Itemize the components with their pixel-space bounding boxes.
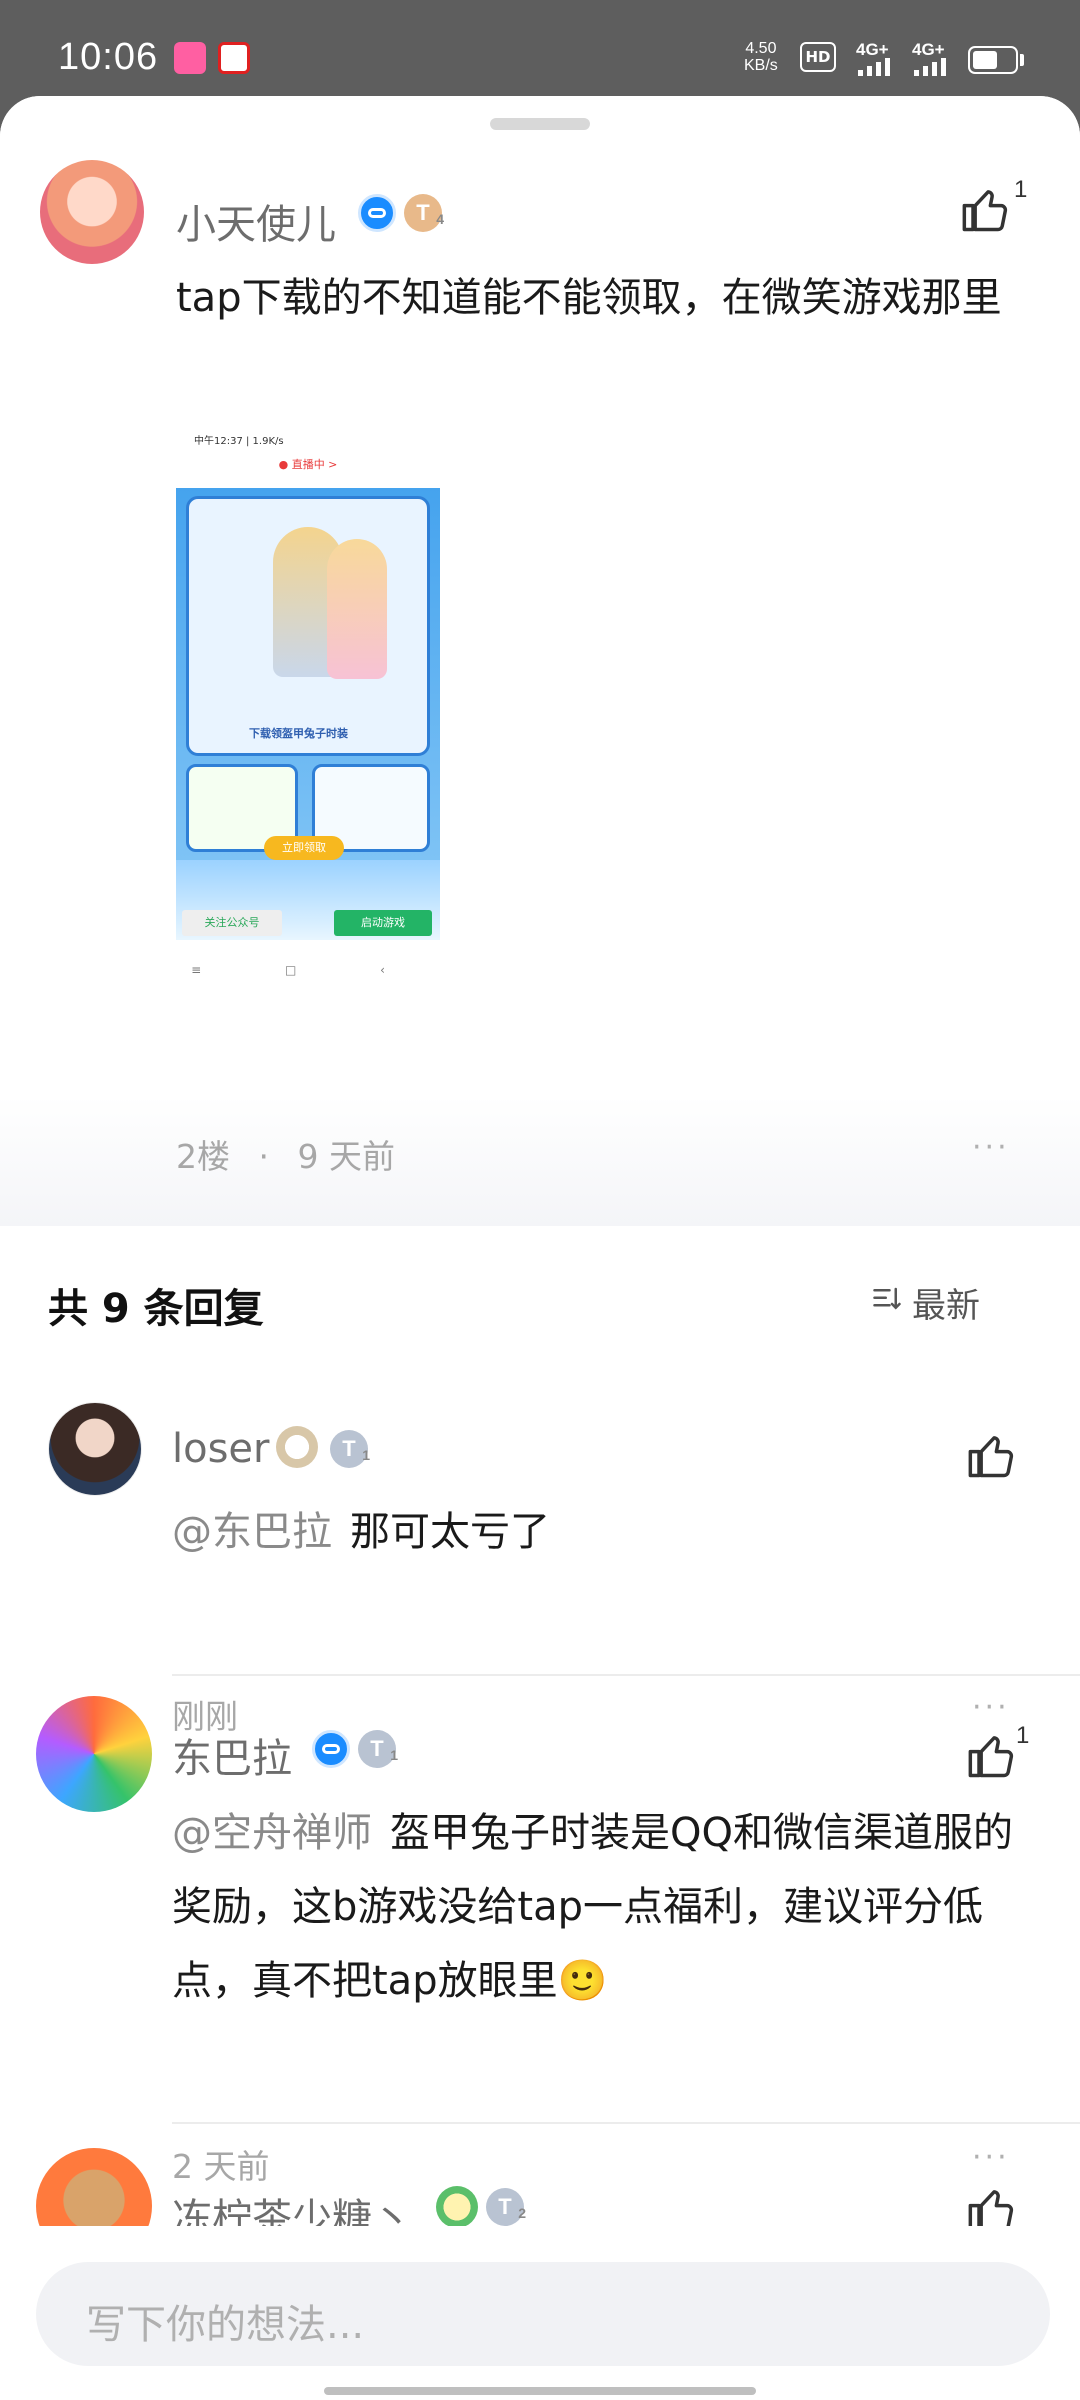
comment-input[interactable]: 写下你的想法... <box>36 2262 1050 2366</box>
notification-app-icon <box>174 42 206 74</box>
sticker-icon <box>436 2186 478 2228</box>
thumb-nav: ● 直播中 > <box>176 450 440 480</box>
network-speed: 4.50 KB/s <box>744 40 778 74</box>
gamepad-badge-icon <box>358 194 396 232</box>
post-meta: 2楼 · 9 天前 <box>176 1137 395 1176</box>
reply-count-label: 共 9 条回复 <box>48 1286 264 1332</box>
level-badge: T4 <box>404 194 444 232</box>
signal-bars-icon <box>914 58 950 76</box>
follow-account-button: 关注公众号 <box>182 910 282 936</box>
mention-link[interactable]: @东巴拉 <box>172 1509 332 1555</box>
signal-label-2: 4G+ <box>912 40 945 59</box>
avatar[interactable] <box>36 1696 152 1812</box>
sticker-icon <box>276 1426 318 1468</box>
composer-bar: 写下你的想法... <box>0 2226 1080 2400</box>
reply-more-button[interactable]: ··· <box>972 2140 1010 2175</box>
avatar[interactable] <box>48 1402 142 1496</box>
sort-icon <box>873 1287 901 1310</box>
emoji: 🙂 <box>557 1958 608 2004</box>
promo-caption: 下载领盔甲兔子时装 <box>249 727 348 740</box>
level-badge: T1 <box>330 1430 370 1468</box>
signal-bars-icon <box>858 58 894 76</box>
character-figure <box>327 539 387 679</box>
start-game-button: 启动游戏 <box>334 910 432 936</box>
post-author-name[interactable]: 小天使儿 <box>176 192 336 250</box>
claim-button: 立即领取 <box>264 836 344 860</box>
gesture-home-bar[interactable] <box>324 2387 756 2395</box>
reply-body: @东巴拉 那可太亏了 <box>172 1509 550 1555</box>
thumbs-up-icon[interactable] <box>966 1430 1018 1482</box>
avatar[interactable] <box>40 160 144 264</box>
reply-body: @空舟禅师 盔甲兔子时装是QQ和微信渠道服的奖励，这b游戏没给tap一点福利，建议… <box>172 1810 1013 2004</box>
sort-button[interactable]: 最新 <box>873 1278 980 1327</box>
hd-voice-icon: HD <box>800 42 836 72</box>
level-badge: T1 <box>358 1730 398 1768</box>
post-like-count: 1 <box>1014 176 1028 203</box>
comment-sheet: 小天使儿 T4 1 tap下载的不知道能不能领取，在微笑游戏那里 中午12:37… <box>0 96 1080 2400</box>
post-image[interactable]: 中午12:37 | 1.9K/s ● 直播中 > 下载领盔甲兔子时装 立即领取 … <box>176 426 440 986</box>
status-bar: 10:06 4.50 KB/s HD 4G+ 4G+ <box>0 0 1080 96</box>
reply-author-name[interactable]: loser <box>172 1426 269 1472</box>
drag-handle[interactable] <box>490 118 590 130</box>
gamepad-badge-icon <box>312 1730 350 1768</box>
thumb-system-nav: ≡ □ ‹ <box>191 963 425 977</box>
reply-more-button[interactable]: ··· <box>972 1690 1010 1725</box>
notification-app-icon <box>218 42 250 74</box>
signal-label-1: 4G+ <box>856 40 889 59</box>
thumbs-up-icon[interactable] <box>960 184 1012 236</box>
post-body: tap下载的不知道能不能领取，在微笑游戏那里 <box>176 275 1002 321</box>
thumbs-up-icon[interactable] <box>966 1730 1018 1782</box>
mention-link[interactable]: @空舟禅师 <box>172 1810 372 1856</box>
battery-icon <box>968 46 1018 74</box>
reply-time: 2 天前 <box>172 2147 270 2186</box>
level-badge: T2 <box>486 2188 526 2226</box>
reply-like-count: 1 <box>1016 1722 1030 1749</box>
post-more-button[interactable]: ··· <box>972 1130 1010 1165</box>
reply-author-name[interactable]: 东巴拉 <box>172 1726 292 1784</box>
status-time: 10:06 <box>58 36 159 78</box>
game-promo-art: 下载领盔甲兔子时装 <box>176 488 440 860</box>
